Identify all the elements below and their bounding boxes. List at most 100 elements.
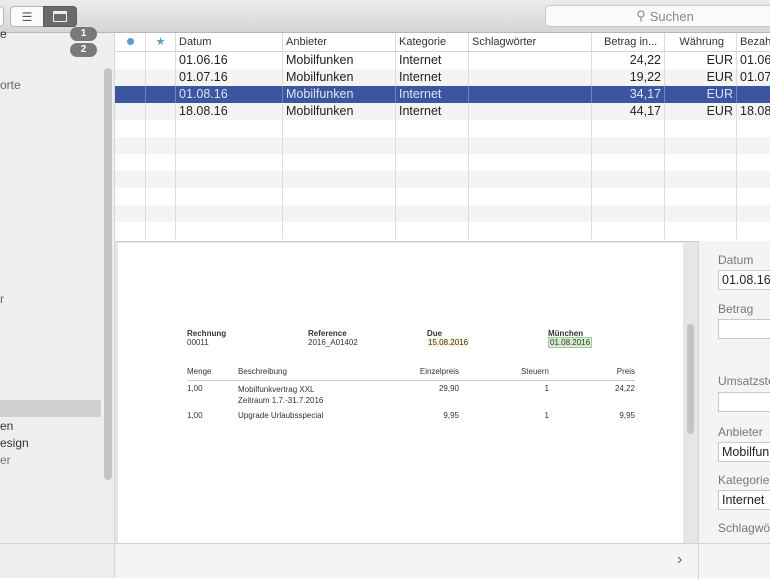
sidebar-item[interactable]: esign [0,436,29,450]
cell-kategorie: Internet [396,69,469,86]
column-header-schlagwoerter[interactable]: Schlagwörter [469,33,592,52]
umsatzsteuer-field[interactable] [718,392,770,412]
cell-waehrung [665,154,737,171]
cell-schlagwoerter [469,137,592,154]
cell-schlagwoerter [469,188,592,205]
datum-field[interactable]: 01.08.16 [718,270,770,290]
table-row[interactable] [115,171,770,188]
cell [146,69,176,86]
sidebar-item[interactable]: e [0,27,7,41]
cell-datum [176,154,283,171]
cell-waehrung: EUR [665,69,737,86]
cell-waehrung [665,188,737,205]
cell-datum [176,137,283,154]
list-view-icon [53,11,67,22]
toolbar-button-partial[interactable] [0,6,4,27]
cell-waehrung [665,205,737,222]
preis: 24,22 [614,384,635,393]
cell-bezahlt [737,171,770,188]
column-header-betrag[interactable]: Betrag in... [592,33,665,52]
cell [146,137,176,154]
cell [146,86,176,103]
table-row[interactable] [115,120,770,137]
cell-bezahlt [737,188,770,205]
sidebar-scrollbar[interactable] [104,68,112,480]
cell-anbieter [283,154,396,171]
cell-kategorie [396,188,469,205]
sidebar-item[interactable]: er [0,453,11,467]
table-row[interactable] [115,188,770,205]
schlagwoerter-label: Schlagwörter [718,521,770,535]
sidebar-item[interactable]: en [0,419,13,433]
cell [146,188,176,205]
betrag-label: Betrag [718,302,754,316]
anbieter-field[interactable]: Mobilfunken [718,442,770,462]
status-dot-icon [126,38,134,45]
cell-datum: 18.08.16 [176,103,283,120]
umsatzsteuer-label: Umsatzsteuer [718,374,770,388]
table-row[interactable]: 01.06.16 Mobilfunken Internet 24,22 EUR 01.06 [115,52,770,69]
cell-kategorie: Internet [396,103,469,120]
table-row[interactable] [115,222,770,239]
table-row[interactable]: 18.08.16 Mobilfunken Internet 44,17 EUR 18.08 [115,103,770,120]
cell-bezahlt: 18.08 [737,103,770,120]
column-header-datum[interactable]: Datum [176,33,283,52]
invoice-date: 01.08.2016 [548,337,593,348]
cell-bezahlt [737,222,770,239]
cell-schlagwoerter [469,86,592,103]
sidebar-item[interactable]: orte [0,78,21,92]
cell-anbieter [283,188,396,205]
search-placeholder: Suchen [649,8,694,24]
sidebar-item[interactable]: r [0,292,4,306]
cell-schlagwoerter [469,222,592,239]
cell-anbieter [283,120,396,137]
preview-scrollbar[interactable] [687,324,694,434]
cell-datum: 01.07.16 [176,69,283,86]
cell [146,222,176,239]
cell-kategorie [396,171,469,188]
header-preis: Preis [616,367,635,376]
cell-betrag [592,205,665,222]
search-icon: ⚲ [636,8,646,23]
beschreibung: Mobilfunkvertrag XXL Zeitraum 1.7.-31.7.2… [238,385,324,405]
table-row[interactable] [115,205,770,222]
invoice-page: Rechnung 00011 Reference 2016_A01402 Due 15… [118,243,683,544]
sidebar-selected-item[interactable] [0,400,101,417]
kategorie-field[interactable]: Internet [718,490,770,510]
cell-datum: 01.06.16 [176,52,283,69]
header-steuern: Steuern [520,367,549,376]
cell-betrag [592,222,665,239]
sidebar: e 1 2 orte r en esign er [0,27,115,543]
list-view-button[interactable] [43,6,77,27]
chevron-right-icon[interactable]: › [677,551,682,569]
column-header-anbieter[interactable]: Anbieter [283,33,396,52]
column-header-bezahlt[interactable]: Bezahl [737,33,770,52]
split-view-button[interactable]: ☰ [10,6,44,27]
status-column-header[interactable] [115,33,146,52]
cell-datum [176,222,283,239]
cell-betrag: 44,17 [592,103,665,120]
cell-waehrung [665,120,737,137]
column-header-waehrung[interactable]: Währung [665,33,737,52]
datum-label: Datum [718,253,754,267]
cell [146,205,176,222]
count-badge: 2 [70,43,97,57]
cell-waehrung: EUR [665,103,737,120]
search-input[interactable]: ⚲ Suchen [545,5,770,27]
table-row[interactable] [115,154,770,171]
cell-anbieter: Mobilfunken [283,103,396,120]
table-row[interactable] [115,137,770,154]
betrag-field[interactable] [718,319,770,339]
flag-column-header[interactable]: ★ [146,33,176,52]
due-date: 15.08.2016 [427,338,470,347]
column-header-kategorie[interactable]: Kategorie [396,33,469,52]
cell [115,52,146,69]
cell-schlagwoerter [469,154,592,171]
due-label: Due [427,329,443,338]
cell-bezahlt [737,205,770,222]
table-row[interactable]: 01.07.16 Mobilfunken Internet 19,22 EUR 01.07 [115,69,770,86]
table-row[interactable]: 01.08.16 Mobilfunken Internet 34,17 EUR [115,86,770,103]
cell [146,171,176,188]
cell [115,137,146,154]
cell-waehrung [665,171,737,188]
